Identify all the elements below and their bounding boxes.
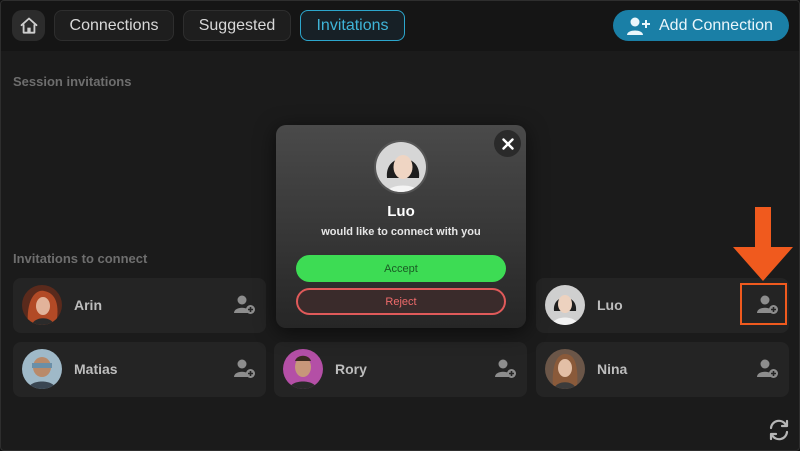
home-icon [20,17,37,34]
invitation-card-arin[interactable]: Arin [13,278,266,333]
invitation-name: Nina [597,361,628,377]
invitation-name: Arin [74,297,102,313]
refresh-icon[interactable] [767,419,791,441]
invitation-name: Rory [335,361,367,377]
invitation-card-rory[interactable]: Rory [274,342,527,397]
home-button[interactable] [12,10,45,41]
invitation-name: Luo [597,297,623,313]
accept-button[interactable]: Accept [296,255,506,282]
close-icon [501,137,514,150]
avatar [22,349,62,389]
requester-name: Luo [387,203,415,220]
highlight-box [740,283,787,325]
avatar [374,140,428,194]
avatar [545,349,585,389]
tab-suggested[interactable]: Suggested [183,10,291,41]
avatar [22,285,62,325]
add-user-icon [627,17,650,35]
add-connection-label: Add Connection [659,16,773,34]
session-invitations-heading: Session invitations [13,74,132,89]
connection-request-dialog: Luo would like to connect with you Accep… [276,125,526,328]
tab-connections[interactable]: Connections [54,10,174,41]
avatar [545,285,585,325]
add-connection-button[interactable]: Add Connection [613,10,789,41]
arrow-down-icon [733,207,793,281]
app-frame: Connections Suggested Invitations Add Co… [0,0,800,451]
invitations-to-connect-heading: Invitations to connect [13,251,148,266]
request-message: would like to connect with you [321,226,481,238]
invitation-name: Matias [74,361,118,377]
avatar [283,349,323,389]
close-button[interactable] [494,130,521,157]
add-user-icon[interactable] [495,358,517,380]
tab-invitations[interactable]: Invitations [300,10,405,41]
top-bar: Connections Suggested Invitations Add Co… [1,1,799,51]
add-user-icon[interactable] [757,358,779,380]
invitation-card-matias[interactable]: Matias [13,342,266,397]
add-user-icon[interactable] [234,358,256,380]
reject-button[interactable]: Reject [296,288,506,315]
invitation-card-nina[interactable]: Nina [536,342,789,397]
add-user-icon[interactable] [234,294,256,316]
